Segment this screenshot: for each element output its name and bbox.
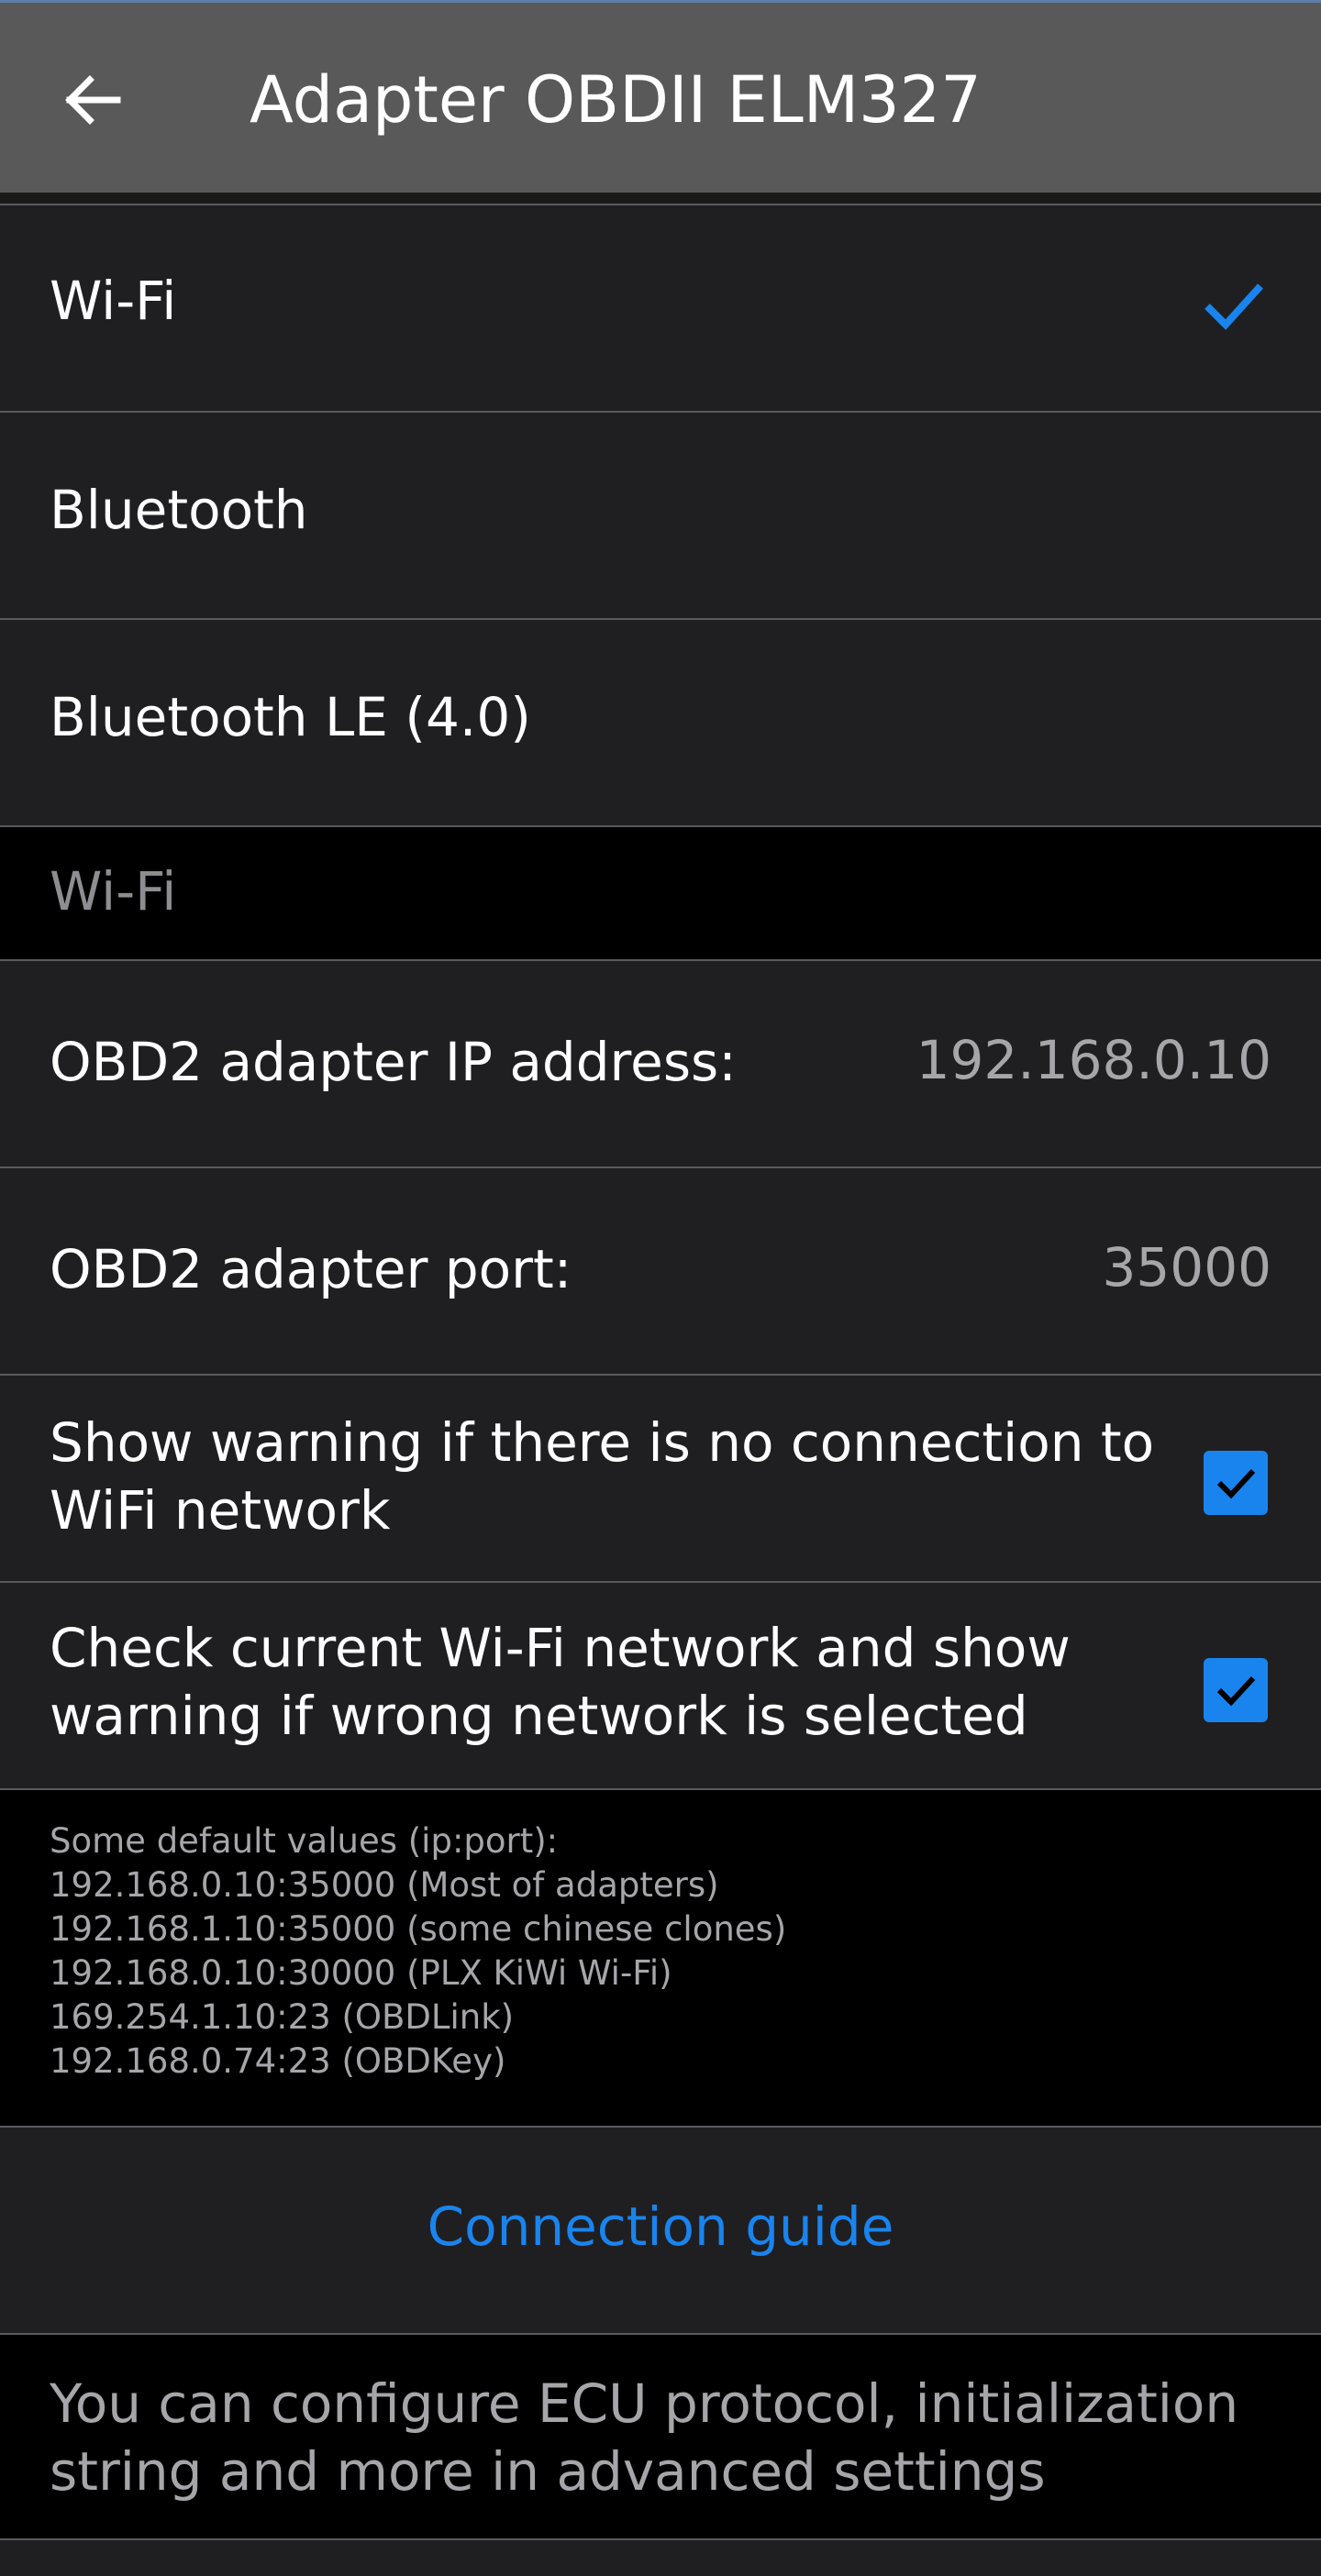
option-label: Bluetooth (50, 479, 308, 541)
check-icon (1216, 1468, 1256, 1499)
section-header-wifi: Wi-Fi (0, 827, 1321, 959)
arrow-left-icon (65, 75, 121, 125)
option-bluetooth[interactable]: Bluetooth (0, 413, 1321, 618)
port-row[interactable]: OBD2 adapter port: 35000 (0, 1168, 1321, 1374)
option-wifi[interactable]: Wi-Fi (0, 205, 1321, 411)
back-button[interactable] (53, 61, 130, 138)
ip-address-row[interactable]: OBD2 adapter IP address: 192.168.0.10 (0, 961, 1321, 1166)
advanced-note-section: You can configure ECU protocol, initiali… (0, 2335, 1321, 2538)
port-label: OBD2 adapter port: (50, 1238, 572, 1300)
next-row-partial (0, 2540, 1321, 2576)
option-bluetooth-le[interactable]: Bluetooth LE (4.0) (0, 620, 1321, 825)
check-icon (1216, 1675, 1256, 1707)
warn-wrong-network-label: Check current Wi-Fi network and show war… (50, 1617, 1071, 1747)
warn-wrong-network-row[interactable]: Check current Wi-Fi network and show war… (0, 1583, 1321, 1788)
page-title: Adapter OBDII ELM327 (250, 62, 982, 138)
section-header-label: Wi-Fi (50, 860, 177, 923)
info-line: 169.254.1.10:23 (OBDLink) (50, 1997, 515, 2037)
warn-wrong-network-checkbox[interactable] (1204, 1658, 1268, 1722)
info-line: 192.168.0.74:23 (OBDKey) (50, 2041, 506, 2081)
checkmark-icon (1204, 283, 1263, 330)
warn-no-connection-row[interactable]: Show warning if there is no connection t… (0, 1376, 1321, 1581)
default-values-info: Some default values (ip:port): 192.168.0… (0, 1790, 1321, 2126)
app-bar: Adapter OBDII ELM327 (0, 3, 1321, 193)
warn-no-connection-checkbox[interactable] (1204, 1451, 1268, 1515)
advanced-settings-note: You can configure ECU protocol, initiali… (50, 2372, 1239, 2503)
info-line: 192.168.0.10:35000 (Most of adapters) (50, 1865, 719, 1905)
ip-address-value: 192.168.0.10 (916, 1029, 1271, 1091)
info-line: 192.168.1.10:35000 (some chinese clones) (50, 1909, 787, 1949)
info-line: Some default values (ip:port): (50, 1821, 559, 1861)
option-label: Bluetooth LE (4.0) (50, 686, 531, 748)
connection-guide-row[interactable]: Connection guide (0, 2128, 1321, 2333)
connection-guide-link[interactable]: Connection guide (0, 2195, 1321, 2258)
option-label: Wi-Fi (50, 270, 177, 332)
info-line: 192.168.0.10:30000 (PLX KiWi Wi-Fi) (50, 1953, 672, 1993)
ip-address-label: OBD2 adapter IP address: (50, 1031, 737, 1093)
port-value: 35000 (1102, 1236, 1271, 1299)
app-bar-shadow (0, 193, 1321, 204)
warn-no-connection-label: Show warning if there is no connection t… (50, 1411, 1155, 1542)
